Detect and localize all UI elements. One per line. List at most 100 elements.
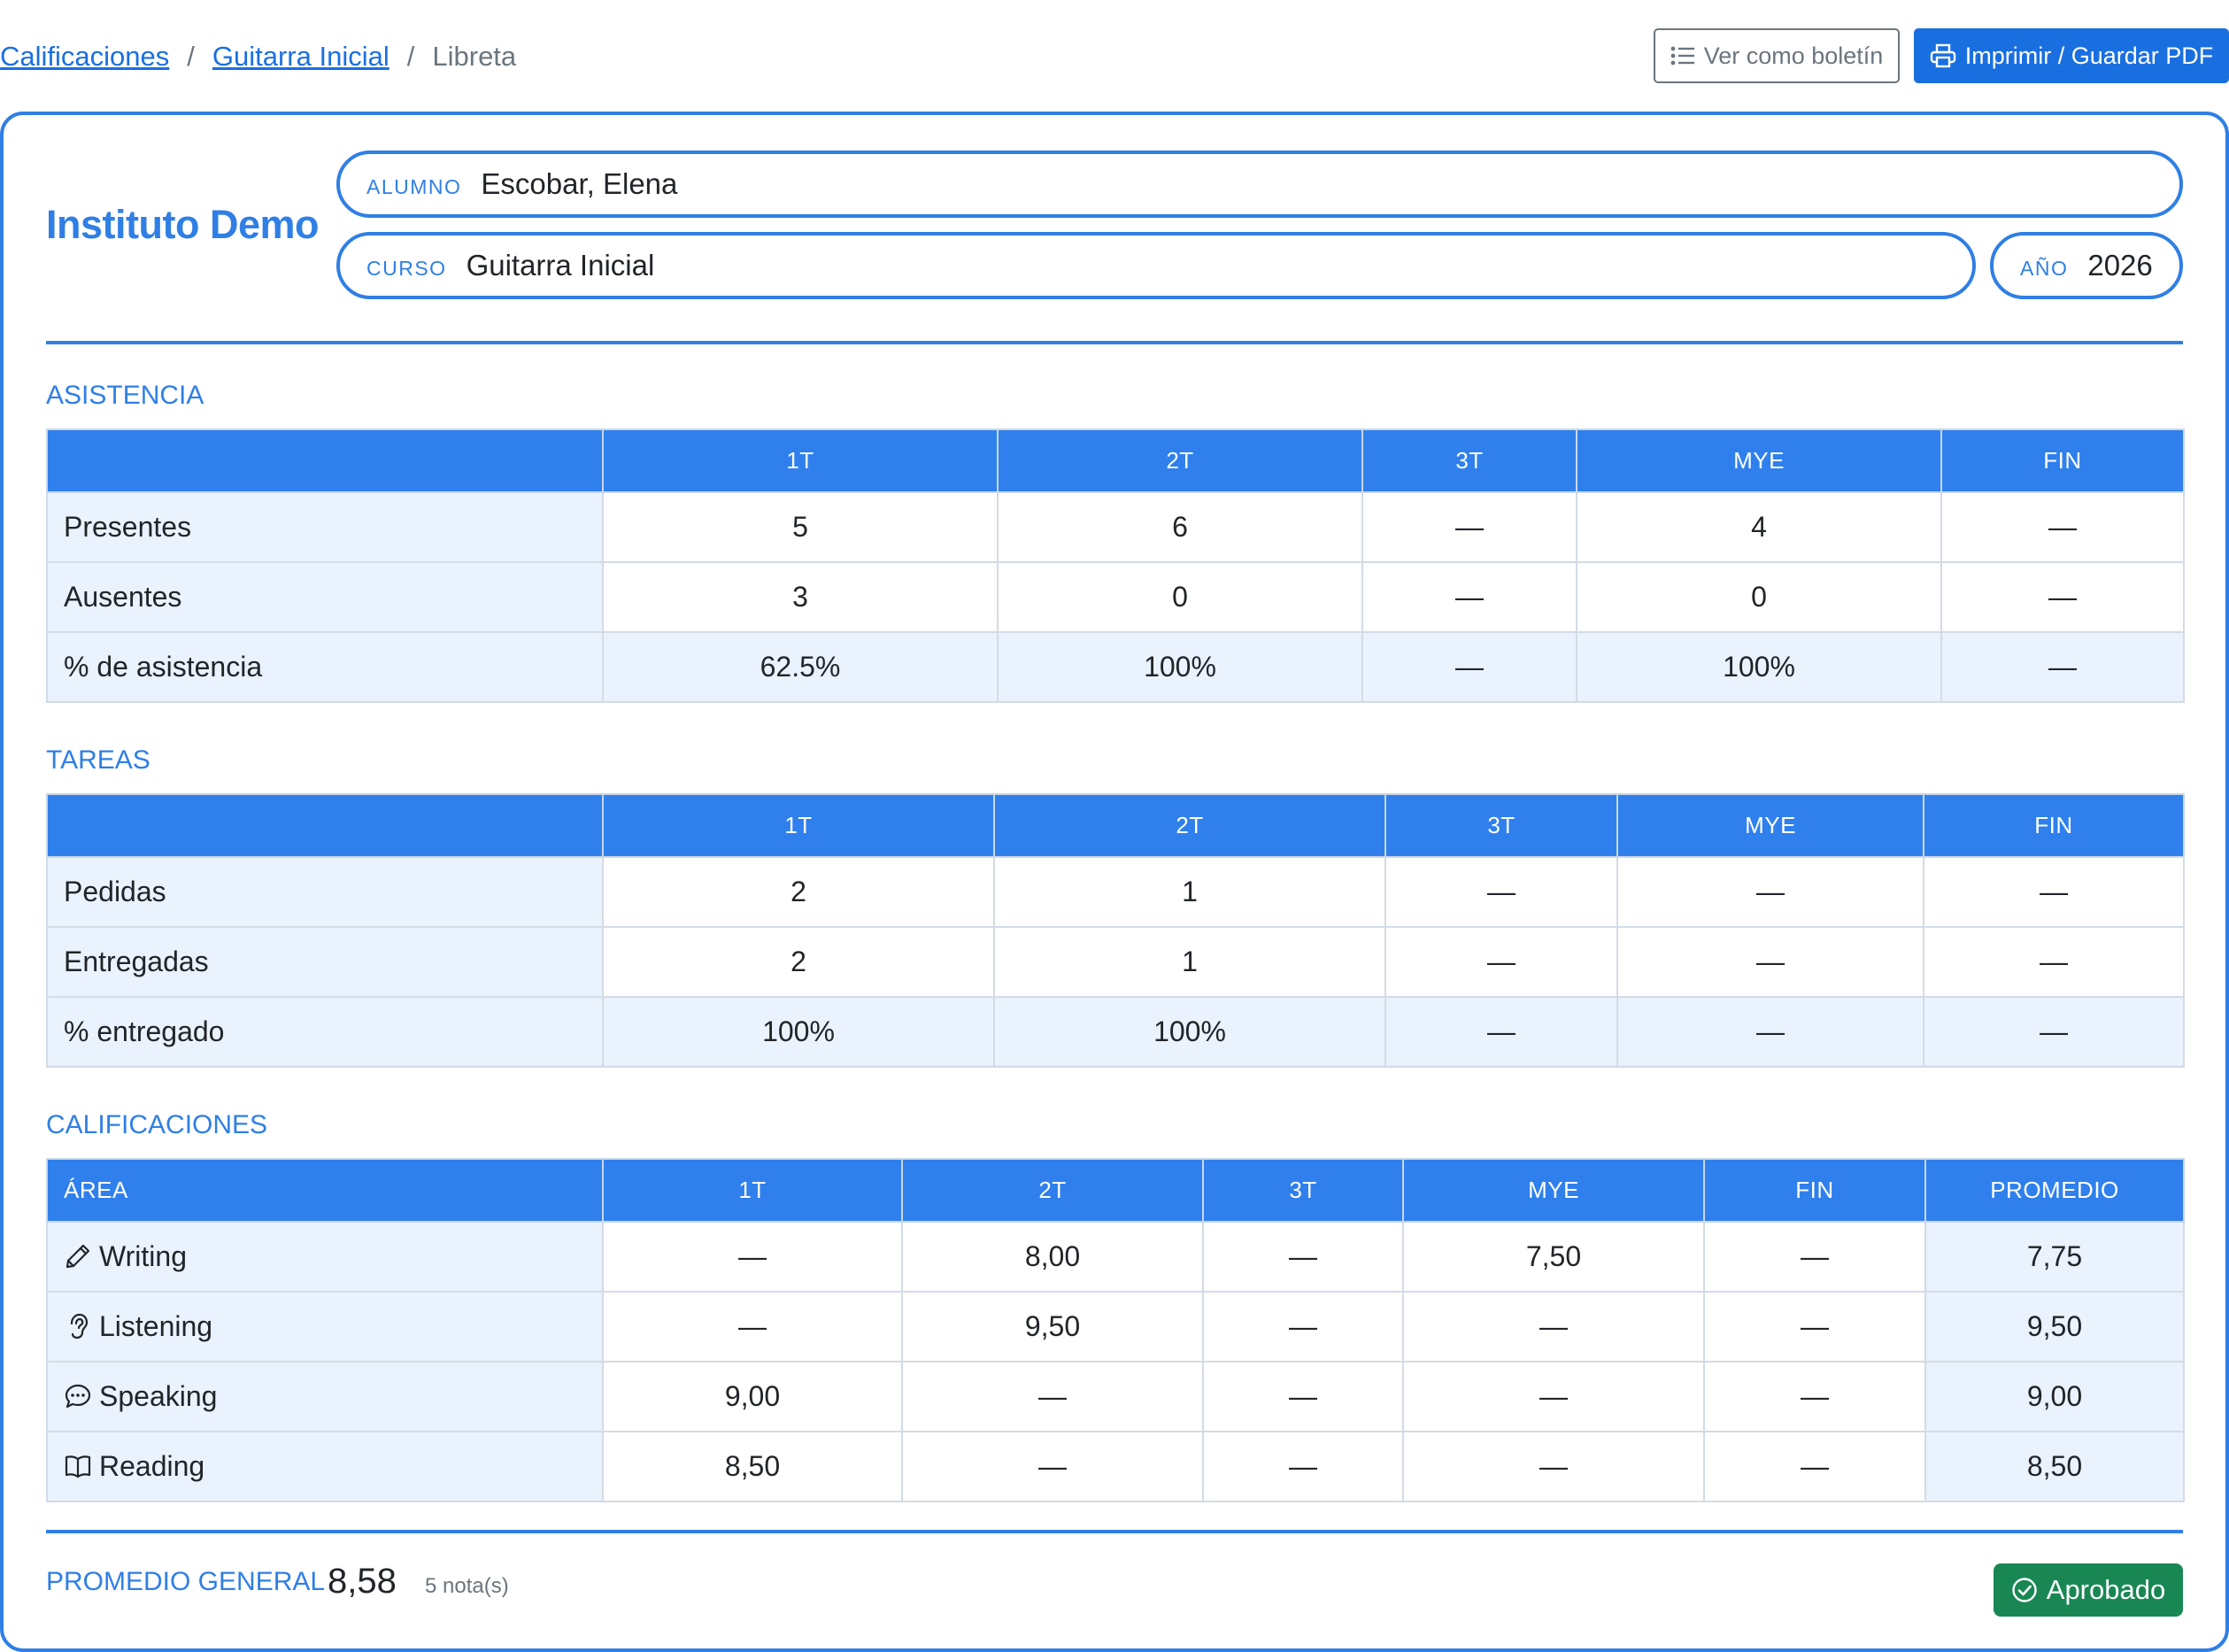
area-cell-speaking: Speaking [46,1361,604,1432]
table-cell: — [1202,1221,1404,1293]
table-cell: 6 [997,491,1363,563]
area-cell-reading: Reading [46,1431,604,1502]
attendance-title: ASISTENCIA [46,381,204,410]
column-header: 2T [901,1158,1204,1223]
average-cell: 8,50 [1924,1431,2185,1502]
column-header: MYE [1576,428,1942,493]
breadcrumb-link-course[interactable]: Guitarra Inicial [212,41,389,73]
row-label: Pedidas [46,856,604,928]
column-header: 2T [997,428,1363,493]
column-header: PROMEDIO [1924,1158,2185,1223]
general-average-label: PROMEDIO GENERAL [46,1567,326,1596]
table-cell: 7,50 [1402,1221,1705,1293]
school-name: Instituto Demo [46,202,319,247]
course-label: CURSO [366,256,447,280]
table-cell: — [1202,1361,1404,1432]
header-divider [46,341,2183,344]
table-row: Ausentes 3 0 — 0 — [46,561,2185,633]
check-circle-icon [2012,1578,2037,1602]
top-bar: Calificaciones / Guitarra Inicial / Libr… [0,28,2229,85]
table-row: Reading 8,50 — — — — 8,50 [46,1431,2185,1502]
year-value: 2026 [2087,249,2153,282]
summary-divider [46,1530,2183,1533]
table-cell: 8,00 [901,1221,1204,1293]
table-row: Speaking 9,00 — — — — 9,00 [46,1361,2185,1432]
table-cell: — [1940,491,2185,563]
table-cell: — [1202,1431,1404,1502]
breadcrumb: Calificaciones / Guitarra Inicial / Libr… [0,41,516,73]
average-cell: 9,50 [1924,1291,2185,1363]
table-cell: 9,50 [901,1291,1204,1363]
column-header: MYE [1402,1158,1705,1223]
column-header: 2T [993,793,1386,858]
year-label: AÑO [2020,256,2069,280]
table-cell: 62.5% [602,631,999,703]
table-cell: — [1616,926,1924,998]
view-report-label: Ver como boletín [1703,42,1884,69]
table-cell: 4 [1576,491,1942,563]
table-cell: 1 [993,926,1386,998]
breadcrumb-separator: / [187,41,195,72]
row-label: Entregadas [46,926,604,998]
table-cell: — [1616,996,1924,1068]
column-header: ÁREA [46,1158,604,1223]
status-badge-label: Aprobado [2046,1574,2166,1605]
table-cell: — [1361,491,1577,563]
table-cell: — [1384,996,1618,1068]
table-cell: 100% [993,996,1386,1068]
print-pdf-label: Imprimir / Guardar PDF [1964,42,2214,69]
grade-count: 5 nota(s) [425,1574,509,1598]
print-pdf-button[interactable]: Imprimir / Guardar PDF [1914,28,2229,83]
table-row: % entregado 100% 100% — — — [46,996,2185,1068]
column-header: 1T [602,793,995,858]
printer-icon [1930,43,1955,68]
view-report-button[interactable]: Ver como boletín [1654,28,1900,83]
table-cell: — [1703,1221,1926,1293]
student-label: ALUMNO [366,174,462,198]
column-header: FIN [1940,428,2185,493]
general-average-value: 8,58 [328,1562,397,1601]
table-cell: 0 [1576,561,1942,633]
row-label: Writing [99,1240,187,1272]
table-cell: — [1402,1291,1705,1363]
table-cell: — [1361,631,1577,703]
breadcrumb-link-calificaciones[interactable]: Calificaciones [0,41,169,73]
column-header: MYE [1616,793,1924,858]
column-header: FIN [1923,793,2185,858]
tasks-title: TAREAS [46,745,150,775]
table-cell: 3 [602,561,999,633]
table-cell: 100% [602,996,995,1068]
attendance-table: 1T 2T 3T MYE FIN Presentes 5 6 — 4 — Aus… [46,428,2185,703]
chat-dots-icon [65,1384,91,1409]
table-cell: 0 [997,561,1363,633]
table-row: Presentes 5 6 — 4 — [46,491,2185,563]
table-cell: 100% [1576,631,1942,703]
row-label: Presentes [46,491,604,563]
ear-icon [70,1313,89,1339]
area-cell-listening: Listening [46,1291,604,1363]
table-cell: — [1384,926,1618,998]
grades-title: CALIFICACIONES [46,1110,268,1139]
table-cell: 8,50 [602,1431,903,1502]
table-cell: — [1402,1431,1705,1502]
breadcrumb-separator: / [406,41,415,72]
student-field: ALUMNO Escobar, Elena [336,151,2183,218]
tasks-table: 1T 2T 3T MYE FIN Pedidas 2 1 — — — Entre… [46,793,2185,1068]
column-header: 3T [1202,1158,1404,1223]
breadcrumb-current: Libreta [432,41,517,72]
column-header: FIN [1703,1158,1926,1223]
row-label: % entregado [46,996,604,1068]
table-cell: — [901,1361,1204,1432]
table-cell: — [1703,1431,1926,1502]
table-row: Entregadas 2 1 — — — [46,926,2185,998]
column-header [46,428,604,493]
average-cell: 9,00 [1924,1361,2185,1432]
table-cell: — [602,1291,903,1363]
table-cell: 1 [993,856,1386,928]
column-header: 3T [1384,793,1618,858]
table-cell: — [1923,856,2185,928]
row-label: Speaking [99,1380,218,1412]
course-field: CURSO Guitarra Inicial [336,232,1976,299]
table-cell: — [1361,561,1577,633]
table-cell: 5 [602,491,999,563]
